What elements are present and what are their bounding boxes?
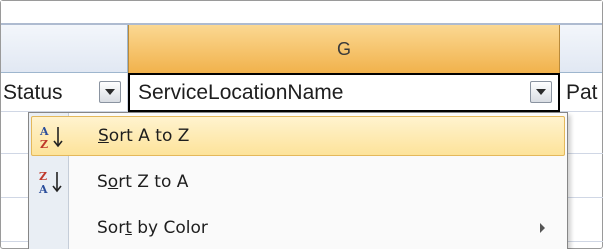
grid-line — [568, 197, 603, 198]
menu-item-sort-by-color[interactable]: Sort by Color — [31, 208, 565, 248]
mnemonic: S — [98, 126, 109, 146]
column-header-h[interactable] — [560, 25, 603, 73]
menu-item-label: Sort A to Z — [98, 126, 189, 146]
column-header-f[interactable] — [1, 25, 128, 73]
svg-text:Z: Z — [39, 170, 47, 183]
dropdown-arrow-icon — [105, 89, 115, 95]
cell-service-location-name-header[interactable]: ServiceLocationName — [128, 73, 560, 112]
filter-dropdown-service-location-name[interactable] — [530, 81, 552, 103]
menu-item-label: Sort by Color — [97, 218, 208, 238]
menu-item-label: Sort Z to A — [97, 172, 188, 192]
mnemonic: t — [125, 218, 132, 238]
menu-item-sort-a-to-z[interactable]: A Z Sort A to Z — [31, 116, 565, 156]
column-header-g[interactable]: G — [128, 25, 560, 73]
cell-status-text: Status — [3, 81, 63, 104]
label-pre: Sor — [97, 218, 126, 238]
svg-text:A: A — [39, 125, 49, 138]
svg-text:Z: Z — [40, 138, 48, 150]
label-rest: rt Z to A — [118, 172, 189, 192]
menu-item-sort-z-to-a[interactable]: Z A Sort Z to A — [31, 162, 565, 202]
cell-next-text: Pat — [566, 81, 598, 104]
label-rest: by Color — [131, 218, 208, 238]
grid-line — [568, 153, 603, 154]
dropdown-arrow-icon — [536, 89, 546, 95]
grid-line — [1, 197, 28, 198]
formula-bar-area — [1, 1, 602, 23]
column-header-g-label: G — [336, 38, 351, 59]
grid-line — [568, 241, 603, 242]
sort-descending-icon: Z A — [38, 170, 62, 195]
grid-line — [1, 153, 28, 154]
mnemonic: o — [107, 172, 119, 192]
label-pre: S — [97, 172, 108, 192]
submenu-arrow-icon — [540, 223, 545, 233]
grid-line — [1, 241, 28, 242]
filter-dropdown-status[interactable] — [99, 81, 121, 103]
sort-ascending-icon: A Z — [39, 125, 63, 150]
label-rest: ort A to Z — [108, 126, 190, 146]
svg-text:A: A — [38, 183, 48, 195]
cell-service-location-name-text: ServiceLocationName — [138, 81, 344, 104]
cell-next-header[interactable]: Pat — [560, 73, 603, 112]
